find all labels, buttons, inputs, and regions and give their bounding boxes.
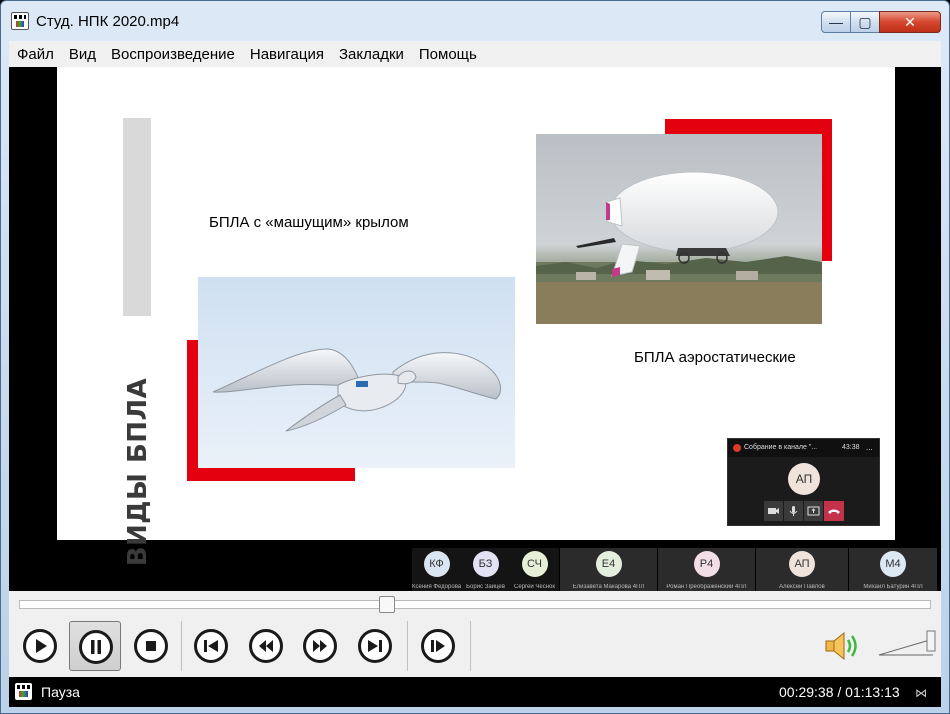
seek-bar[interactable] (19, 600, 931, 609)
bird-drone-drawing (212, 348, 501, 432)
controls-panel (9, 591, 941, 677)
meeting-time: 43:38 (842, 444, 860, 451)
menu-bookmarks[interactable]: Закладки (339, 46, 404, 63)
camera-icon[interactable] (764, 501, 783, 521)
menu-help[interactable]: Помощь (419, 46, 477, 63)
seek-thumb[interactable] (379, 596, 396, 613)
participant-name: Сергей Чеснок (513, 584, 556, 590)
share-icon[interactable] (804, 501, 823, 521)
participant-avatar: М4 (880, 551, 906, 577)
participant-name: Елизавета Макарова 4ПЛ (572, 584, 645, 590)
participant-name: Борис Зайцев (466, 584, 505, 590)
participant-avatar: Р4 (693, 551, 720, 577)
stop-button[interactable] (125, 621, 177, 671)
airship-image (536, 134, 822, 324)
participant-avatar: СЧ (521, 551, 548, 577)
participant-name: Роман Преображенский 4ПЛ (666, 584, 747, 590)
menu-playback[interactable]: Воспроизведение (111, 46, 235, 63)
meeting-title-bar: Собрание в канале "... 43:38 ... (728, 439, 879, 457)
rewind-icon (249, 629, 283, 663)
participant-tile[interactable]: Е4 Елизавета Макарова 4ПЛ (559, 548, 657, 591)
video-area[interactable]: ВИДЫ БПЛА БПЛА с «машущим» крылом БПЛА а… (9, 67, 941, 591)
separator (407, 621, 408, 671)
participant-avatar: КФ (423, 551, 450, 577)
recording-icon (733, 444, 741, 452)
caption-flapping-wing: БПЛА с «машущим» крылом (209, 214, 409, 231)
skip-back-button[interactable] (185, 621, 237, 671)
fast-forward-button[interactable] (294, 621, 346, 671)
app-icon[interactable] (11, 12, 29, 30)
pause-button[interactable] (69, 621, 121, 671)
bird-drone-image (198, 277, 515, 468)
volume-slider[interactable] (877, 627, 937, 657)
play-icon (23, 629, 57, 663)
app-icon (15, 683, 32, 700)
more-options-icon[interactable]: ... (866, 439, 873, 457)
participant-tile[interactable]: АП Алексей Павлов (755, 548, 848, 591)
participants-strip: КФ Ксения Федорова БЗ Борис Зайцев СЧ Сергей … (412, 548, 941, 591)
separator (470, 621, 471, 671)
menu-navigation[interactable]: Навигация (250, 46, 324, 63)
speaker-icon[interactable] (824, 629, 864, 663)
frame-step-button[interactable] (412, 621, 464, 671)
meeting-avatar: АП (788, 463, 820, 495)
status-bar: Пауза 00:29:38 / 01:13:13 ⋈ (9, 677, 941, 707)
participant-avatar: АП (789, 551, 815, 577)
close-button[interactable]: ✕ (879, 11, 941, 33)
stop-icon (134, 629, 168, 663)
skip-forward-icon (358, 629, 392, 663)
caption-aerostatic: БПЛА аэростатические (634, 349, 796, 366)
participant-tile[interactable]: КФ Ксения Федорова (412, 548, 461, 591)
menu-file[interactable]: Файл (17, 46, 54, 63)
airship-drawing (536, 171, 822, 324)
participant-tile[interactable]: Р4 Роман Преображенский 4ПЛ (657, 548, 755, 591)
participant-tile[interactable]: СЧ Сергей Чеснок (510, 548, 559, 591)
participant-name: Ксения Федорова (412, 584, 461, 590)
meeting-controls (764, 501, 844, 521)
participant-tile[interactable]: БЗ Борис Зайцев (461, 548, 510, 591)
title-bar[interactable]: Студ. НПК 2020.mp4 — ▢ ✕ (1, 1, 949, 41)
skip-forward-button[interactable] (349, 621, 401, 671)
pause-icon (79, 630, 113, 664)
slide-heading: ВИДЫ БПЛА (123, 377, 153, 567)
window-title: Студ. НПК 2020.mp4 (36, 13, 180, 30)
skip-back-icon (194, 629, 228, 663)
rewind-button[interactable] (240, 621, 292, 671)
mic-icon[interactable] (784, 501, 803, 521)
media-player-window: Студ. НПК 2020.mp4 — ▢ ✕ Файл Вид Воспро… (0, 0, 950, 714)
fast-forward-icon (303, 629, 337, 663)
menu-view[interactable]: Вид (69, 46, 96, 63)
menu-bar: Файл Вид Воспроизведение Навигация Закла… (9, 41, 941, 67)
meeting-title: Собрание в канале "... (744, 444, 818, 451)
volume-thumb[interactable] (926, 630, 936, 652)
participant-tile[interactable]: М4 Михаил Батурин 4ПЛ (848, 548, 937, 591)
participant-avatar: БЗ (472, 551, 499, 577)
maximize-button[interactable]: ▢ (850, 11, 880, 33)
resize-icon[interactable]: ⋈ (915, 686, 927, 700)
minimize-button[interactable]: — (821, 11, 851, 33)
participant-name: Алексей Павлов (779, 584, 825, 590)
separator (181, 621, 182, 671)
time-display: 00:29:38 / 01:13:13 (779, 684, 900, 700)
participant-name: Михаил Батурин 4ПЛ (863, 584, 923, 590)
participant-avatar: Е4 (595, 551, 622, 577)
play-button[interactable] (14, 621, 66, 671)
hangup-icon[interactable] (824, 501, 844, 521)
frame-step-icon (421, 629, 455, 663)
meeting-overlay[interactable]: Собрание в канале "... 43:38 ... АП (727, 438, 880, 526)
playback-state: Пауза (41, 684, 80, 700)
slide-gray-bar (123, 118, 151, 316)
